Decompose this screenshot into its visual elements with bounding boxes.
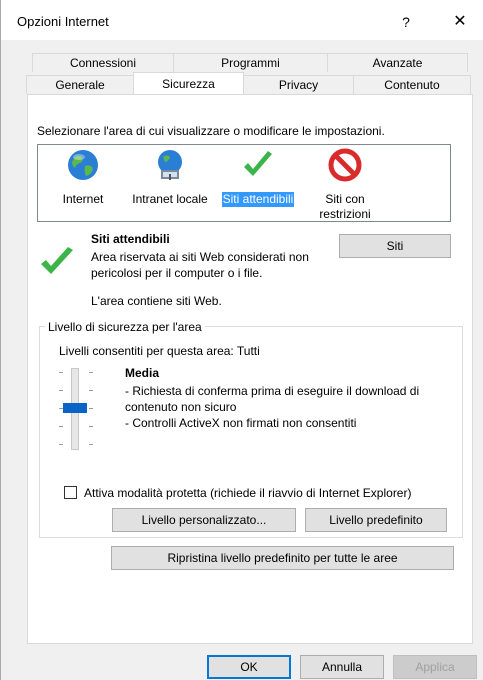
zone-intranet-locale[interactable]: Intranet locale [126, 148, 214, 207]
green-check-icon [244, 151, 272, 176]
zone-label-siti-attendibili: Siti attendibili [221, 192, 295, 207]
internet-options-dialog: Opzioni Internet ? ✕ Connessioni Program… [0, 0, 483, 680]
zone-label-internet: Internet [62, 192, 104, 206]
allowed-levels-text: Livelli consentiti per questa area: Tutt… [59, 344, 260, 358]
globe-icon [68, 150, 98, 180]
sites-button[interactable]: Siti [339, 234, 451, 258]
security-level-slider-thumb[interactable] [63, 403, 87, 413]
slider-tick [89, 444, 93, 445]
security-level-legend: Livello di sicurezza per l'area [45, 320, 205, 334]
slider-tick [59, 390, 63, 391]
selected-zone-description: Area riservata ai siti Web considerati n… [91, 250, 309, 280]
slider-tick [59, 372, 63, 373]
tab-contenuto[interactable]: Contenuto [353, 75, 471, 94]
tab-generale[interactable]: Generale [26, 75, 134, 94]
slider-tick [89, 372, 93, 373]
reset-all-zones-button[interactable]: Ripristina livello predefinito per tutte… [111, 546, 454, 570]
protected-mode-label[interactable]: Attiva modalità protetta (richiede il ri… [84, 486, 411, 500]
selected-zone-title: Siti attendibili [91, 232, 170, 246]
slider-tick [89, 426, 93, 427]
tab-sicurezza[interactable]: Sicurezza [133, 72, 244, 94]
zone-contains-text: L'area contiene siti Web. [91, 294, 222, 308]
tab-row-top: Connessioni Programmi Avanzate [32, 53, 468, 72]
zone-internet[interactable]: Internet [52, 148, 114, 207]
zone-siti-attendibili[interactable]: Siti attendibili [216, 148, 300, 207]
default-level-button[interactable]: Livello predefinito [305, 508, 447, 532]
title-bar: Opzioni Internet ? ✕ [1, 0, 483, 40]
zone-label-intranet: Intranet locale [132, 192, 208, 206]
tab-avanzate[interactable]: Avanzate [327, 53, 468, 72]
custom-level-button[interactable]: Livello personalizzato... [112, 508, 296, 532]
close-button[interactable]: ✕ [448, 10, 472, 34]
tab-programmi[interactable]: Programmi [173, 53, 328, 72]
network-globe-icon [158, 150, 182, 180]
zone-siti-restrizioni[interactable]: Siti con restrizioni [310, 148, 380, 222]
ok-button[interactable]: OK [207, 655, 291, 679]
level-description-line: - Controlli ActiveX non firmati non cons… [125, 416, 357, 430]
security-level-name: Media [125, 366, 160, 380]
slider-tick [59, 426, 63, 427]
zone-prompt: Selezionare l'area di cui visualizzare o… [37, 124, 385, 138]
protected-mode-checkbox[interactable] [64, 486, 77, 499]
help-button[interactable]: ? [394, 10, 418, 34]
zone-label-siti-con-restrizioni: Siti con restrizioni [319, 192, 371, 221]
restricted-icon [328, 148, 362, 182]
tab-row-bottom: Generale Sicurezza Privacy Contenuto [26, 72, 471, 94]
tab-privacy[interactable]: Privacy [243, 75, 354, 94]
cancel-button[interactable]: Annulla [300, 655, 384, 679]
tab-connessioni[interactable]: Connessioni [32, 53, 174, 72]
window-title: Opzioni Internet [17, 14, 109, 29]
slider-tick [89, 408, 93, 409]
zone-list: Internet Intranet locale Siti attendibil… [37, 144, 451, 222]
level-description-line: contenuto non sicuro [125, 400, 237, 414]
slider-tick [89, 390, 93, 391]
apply-button[interactable]: Applica [393, 655, 477, 679]
slider-tick [59, 444, 63, 445]
trusted-zone-check-icon [41, 247, 73, 274]
level-description-line: - Richiesta di conferma prima di eseguir… [125, 384, 420, 398]
